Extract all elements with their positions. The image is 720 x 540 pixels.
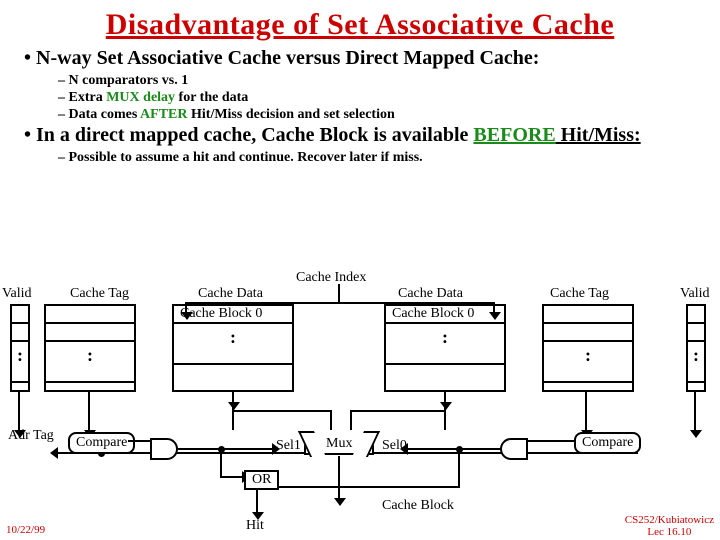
label-cachetag-right: Cache Tag [550, 286, 609, 302]
compare-right: Compare [574, 432, 641, 454]
bullet-1: N-way Set Associative Cache versus Direc… [40, 46, 706, 71]
label-valid-right: Valid [680, 286, 710, 302]
tag-col-left: : [44, 304, 136, 392]
or-gate: OR [244, 470, 279, 490]
bullet-2: In a direct mapped cache, Cache Block is… [40, 123, 706, 148]
compare-left: Compare [68, 432, 135, 454]
tag-col-right: : [542, 304, 634, 392]
label-sel1: Sel1 [276, 438, 301, 454]
slide-body: N-way Set Associative Cache versus Direc… [0, 42, 720, 167]
label-cache-index: Cache Index [296, 270, 366, 286]
label-sel0: Sel0 [382, 438, 407, 454]
label-valid-left: Valid [2, 286, 32, 302]
label-cachedata-left: Cache Data [198, 286, 263, 302]
subbullet-4: Possible to assume a hit and continue. R… [68, 150, 706, 167]
valid-col-left: : [10, 304, 30, 392]
label-cachedata-right: Cache Data [398, 286, 463, 302]
data-col-right: Cache Block 0 : [384, 304, 506, 392]
subbullet-1: N comparators vs. 1 [68, 73, 706, 90]
slide-title: Disadvantage of Set Associative Cache [0, 0, 720, 42]
data-col-left: Cache Block 0 : [172, 304, 294, 392]
and-gate-right [500, 438, 528, 460]
and-gate-left [150, 438, 178, 460]
label-adr-tag: Adr Tag [8, 428, 54, 444]
subbullet-2: Extra MUX delay for the data [68, 90, 706, 107]
label-hit: Hit [246, 518, 264, 534]
label-cachetag-left: Cache Tag [70, 286, 129, 302]
label-mux: Mux [326, 436, 352, 452]
label-cache-block: Cache Block [382, 498, 454, 514]
valid-col-right: : [686, 304, 706, 392]
cache-diagram: Cache Index Valid Cache Tag Cache Data C… [0, 280, 720, 540]
footer-course: CS252/KubiatowiczLec 16.10 [625, 514, 714, 538]
footer-date: 10/22/99 [6, 524, 45, 536]
subbullet-3: Data comes AFTER Hit/Miss decision and s… [68, 107, 706, 124]
